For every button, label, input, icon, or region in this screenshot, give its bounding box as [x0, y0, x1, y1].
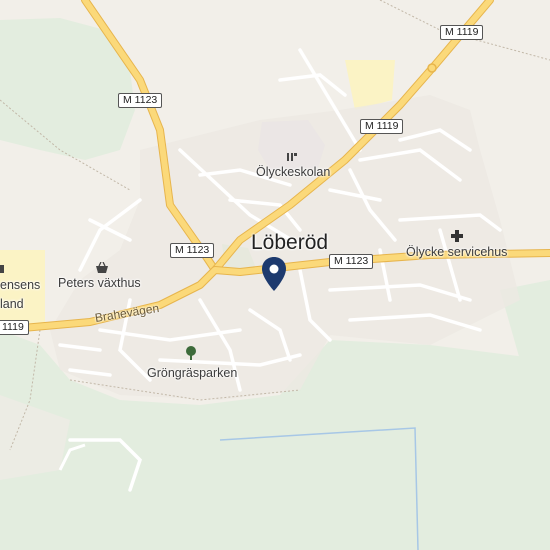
roundabout — [427, 63, 437, 73]
poi-label-partial-bottom: land — [0, 297, 24, 311]
road-shield-m1123-upper-left: M 1123 — [118, 93, 163, 108]
poi-label-park[interactable]: Gröngräsparken — [147, 366, 237, 380]
road-shield-m1119-top-right: M 1119 — [440, 25, 484, 40]
tree-icon[interactable] — [184, 346, 198, 365]
poi-label-school[interactable]: Ölyckeskolan — [256, 165, 330, 179]
poi-label-nursery[interactable]: Peters växthus — [58, 276, 141, 290]
road-shield-1119-bottom-left: 1119 — [0, 320, 29, 335]
road-shield-m1123-mid-left: M 1123 — [170, 243, 215, 258]
town-label[interactable]: Löberöd — [251, 231, 328, 255]
map-canvas[interactable]: M 1119 M 1123 M 1119 M 1123 M 1123 1119 … — [0, 0, 550, 550]
poi-label-partial-top: ensens — [0, 278, 41, 292]
road-shield-m1123-mid-center: M 1123 — [329, 254, 374, 269]
location-pin-icon[interactable] — [261, 256, 287, 297]
road-shield-m1119-upper-center: M 1119 — [360, 119, 404, 134]
poi-label-service-home[interactable]: Ölycke servicehus — [406, 245, 507, 259]
